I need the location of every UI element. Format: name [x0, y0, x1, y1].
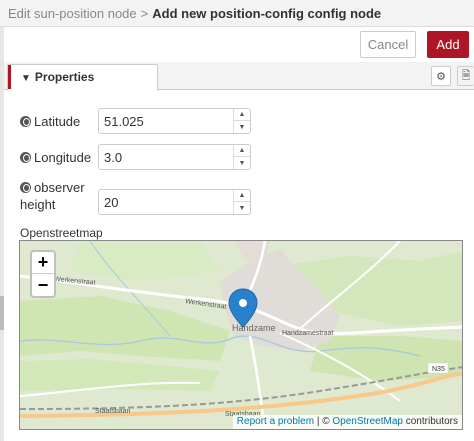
latitude-stepper: ▲ ▼ [98, 108, 251, 134]
map-label-handzamestraat: Handzamestraat [282, 330, 333, 337]
tab-properties[interactable]: ▼ Properties [7, 64, 158, 91]
map-label-werkenstraat: Werkenstraat [185, 298, 227, 311]
height-increment-button[interactable]: ▲ [234, 190, 250, 202]
document-icon[interactable]: 🗎 [457, 66, 474, 86]
openstreetmap-link[interactable]: OpenStreetMap [332, 416, 403, 427]
breadcrumb-separator: > [140, 6, 149, 21]
map-marker-dot [239, 299, 247, 307]
map-field [70, 241, 220, 281]
map-label-staatsbaan: Staatsbaan [95, 408, 131, 415]
globe-icon [20, 152, 31, 163]
report-problem-link[interactable]: Report a problem [237, 416, 314, 427]
latitude-label: Latitude [20, 113, 80, 130]
map-label-n35: N35 [432, 366, 445, 373]
height-decrement-button[interactable]: ▼ [234, 202, 250, 214]
observer-height-label: observer height [20, 180, 85, 212]
map-tiles: Werkenstraat Werkenstraat Handzame Handz… [20, 241, 462, 429]
longitude-increment-button[interactable]: ▲ [234, 145, 250, 157]
observer-height-input[interactable] [99, 190, 233, 214]
globe-icon [20, 182, 31, 193]
map-label-handzame: Handzame [232, 323, 276, 333]
page-title: Add new position-config config node [152, 6, 382, 21]
longitude-decrement-button[interactable]: ▼ [234, 157, 250, 169]
zoom-out-button[interactable]: − [32, 274, 54, 296]
latitude-decrement-button[interactable]: ▼ [234, 121, 250, 133]
observer-height-stepper: ▲ ▼ [98, 189, 251, 215]
latitude-input[interactable] [99, 109, 233, 133]
map-attribution: Report a problem | © OpenStreetMap contr… [232, 415, 462, 429]
add-button[interactable]: Add [427, 31, 469, 58]
longitude-stepper: ▲ ▼ [98, 144, 251, 170]
openstreetmap-map[interactable]: Werkenstraat Werkenstraat Handzame Handz… [19, 240, 463, 430]
latitude-increment-button[interactable]: ▲ [234, 109, 250, 121]
dialog-header: Edit sun-position node > Add new position-… [0, 0, 474, 27]
map-label-werkenstraat: Werkenstraat [54, 276, 96, 287]
globe-icon [20, 116, 31, 127]
tab-properties-label: Properties [34, 70, 95, 84]
chevron-down-icon: ▼ [21, 73, 31, 84]
breadcrumb-parent[interactable]: Edit sun-position node [8, 6, 137, 21]
cancel-button[interactable]: Cancel [360, 31, 416, 58]
longitude-input[interactable] [99, 145, 233, 169]
resize-handle[interactable] [0, 296, 4, 330]
zoom-control: + − [30, 250, 56, 298]
gear-icon[interactable]: ⚙ [431, 66, 451, 86]
active-tab-indicator [8, 65, 11, 89]
longitude-label: Longitude [20, 149, 91, 166]
zoom-in-button[interactable]: + [32, 252, 54, 274]
map-label: Openstreetmap [20, 226, 103, 240]
breadcrumb: Edit sun-position node > Add new position-… [8, 6, 381, 21]
